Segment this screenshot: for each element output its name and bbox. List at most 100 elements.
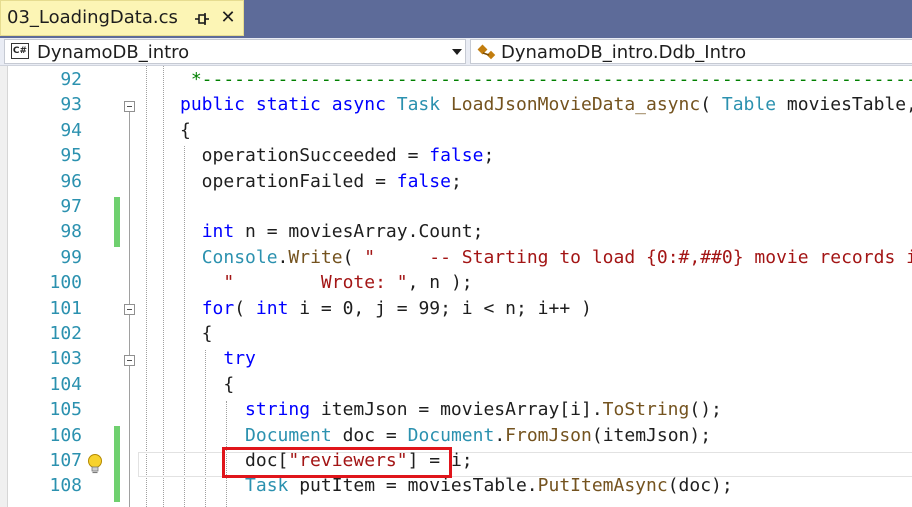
indent-guide [146,66,147,507]
collapse-icon[interactable] [124,304,135,315]
selection-margin [0,66,8,507]
highlight-annotation-box [222,447,452,478]
line-number: 99 [60,246,82,268]
code-line[interactable]: int n = moviesArray.Count; [180,219,484,244]
code-token: ( [342,246,365,268]
code-line[interactable]: { [180,372,234,397]
code-token: Task [396,94,451,116]
lightbulb-icon[interactable] [86,453,104,475]
code-token: Write [288,246,343,268]
code-token: false [429,145,484,167]
type-dropdown[interactable]: DynamoDB_intro.Ddb_Intro [470,39,912,64]
type-dropdown-label: DynamoDB_intro.Ddb_Intro [501,42,747,63]
project-dropdown-label: DynamoDB_intro [37,42,190,63]
code-token: Document [245,424,343,446]
code-token: FromJson [505,424,592,446]
outline-line [129,315,130,355]
code-token: ( [234,297,256,319]
code-token: Task [245,475,300,497]
line-number: 104 [49,373,82,395]
document-tab[interactable]: 03_LoadingData.cs ✕ [0,0,244,36]
code-token: ( [700,94,722,116]
collapse-icon[interactable] [124,355,135,366]
code-token: async [331,94,397,116]
code-token: itemJson = moviesArray[i]. [320,399,603,421]
code-token: ; [483,145,495,167]
collapse-icon[interactable] [124,101,135,112]
change-marker [114,426,120,502]
code-token: (); [689,399,722,421]
close-icon[interactable]: ✕ [219,8,237,28]
code-token: false [396,170,451,192]
chevron-down-icon[interactable] [452,49,462,55]
code-line[interactable]: operationSucceeded = false; [180,143,495,168]
code-token: static [255,94,332,116]
line-number: 107 [49,450,82,471]
code-token: " -- Starting to load {0:#,##0} movie re… [364,246,912,268]
code-line[interactable]: " Wrote: ", n ); [180,270,473,295]
code-token: i = 0, j = 99; i < n; i++ ) [299,297,592,319]
line-number: 105 [49,399,82,421]
code-token: Console [201,246,278,268]
line-number: 93 [60,94,82,116]
code-token: operationFailed = [180,170,397,192]
code-token: LoadJsonMovieData_async [450,94,701,116]
code-token: , n ); [407,272,473,294]
code-token: . [277,246,289,268]
code-token: (itemJson); [591,424,712,446]
code-line[interactable]: try [180,346,256,371]
line-number: 97 [60,196,82,217]
document-tab-strip: 03_LoadingData.cs ✕ [0,0,912,38]
line-number: 94 [60,119,82,141]
code-token: ToString [602,399,690,421]
code-line[interactable]: { [180,321,213,346]
code-token: Document [407,424,495,446]
code-line[interactable]: { [180,118,191,143]
code-token: operationSucceeded = [180,145,430,167]
indent-guide [163,66,164,507]
code-token: try [223,348,256,370]
code-token: for [201,297,235,319]
csharp-project-icon: C# [11,43,29,59]
line-number: 100 [49,272,82,294]
code-token: { [180,119,191,141]
pin-icon[interactable] [193,10,211,28]
code-token: Table [721,94,787,116]
code-line[interactable]: public static async Task LoadJsonMovieDa… [180,92,912,117]
line-number: 102 [49,323,82,344]
navigation-bar: C# DynamoDB_intro DynamoDB_intro.Ddb_Int… [0,38,912,66]
code-token: int [255,297,300,319]
code-token: moviesTable, [786,94,912,116]
code-line[interactable]: *---------------------------------------… [180,67,912,92]
code-token: int [201,221,246,243]
code-token: { [180,373,235,395]
code-editor[interactable]: 92 93 94 95 96 97 98 99 100 101 102 103 104 105 106 107… [0,66,912,507]
line-number: 95 [60,145,82,167]
code-token: ; [450,170,462,192]
code-token: doc = [342,424,408,446]
code-line[interactable]: for( int i = 0, j = 99; i < n; i++ ) [180,296,592,321]
line-number: 108 [49,475,82,497]
code-token: *---------------------------------------… [190,69,912,90]
code-token: { [180,323,213,344]
code-token: " Wrote: " [223,272,408,294]
line-number: 103 [49,348,82,370]
code-line[interactable]: operationFailed = false; [180,169,462,194]
line-number: 98 [60,221,82,243]
code-token: n = moviesArray.Count; [245,221,484,243]
project-dropdown[interactable]: C# DynamoDB_intro [4,39,466,64]
code-token: public [180,94,256,116]
change-marker [114,197,120,247]
class-icon [477,44,496,60]
line-number: 101 [49,297,82,319]
code-line[interactable]: string itemJson = moviesArray[i].ToStrin… [180,397,722,422]
code-token: PutItemAsync [537,475,668,497]
outline-line [129,112,130,304]
code-line[interactable]: Document doc = Document.FromJson(itemJso… [180,423,711,448]
code-line[interactable]: Console.Write( " -- Starting to load {0:… [180,245,912,270]
line-number: 106 [49,424,82,446]
